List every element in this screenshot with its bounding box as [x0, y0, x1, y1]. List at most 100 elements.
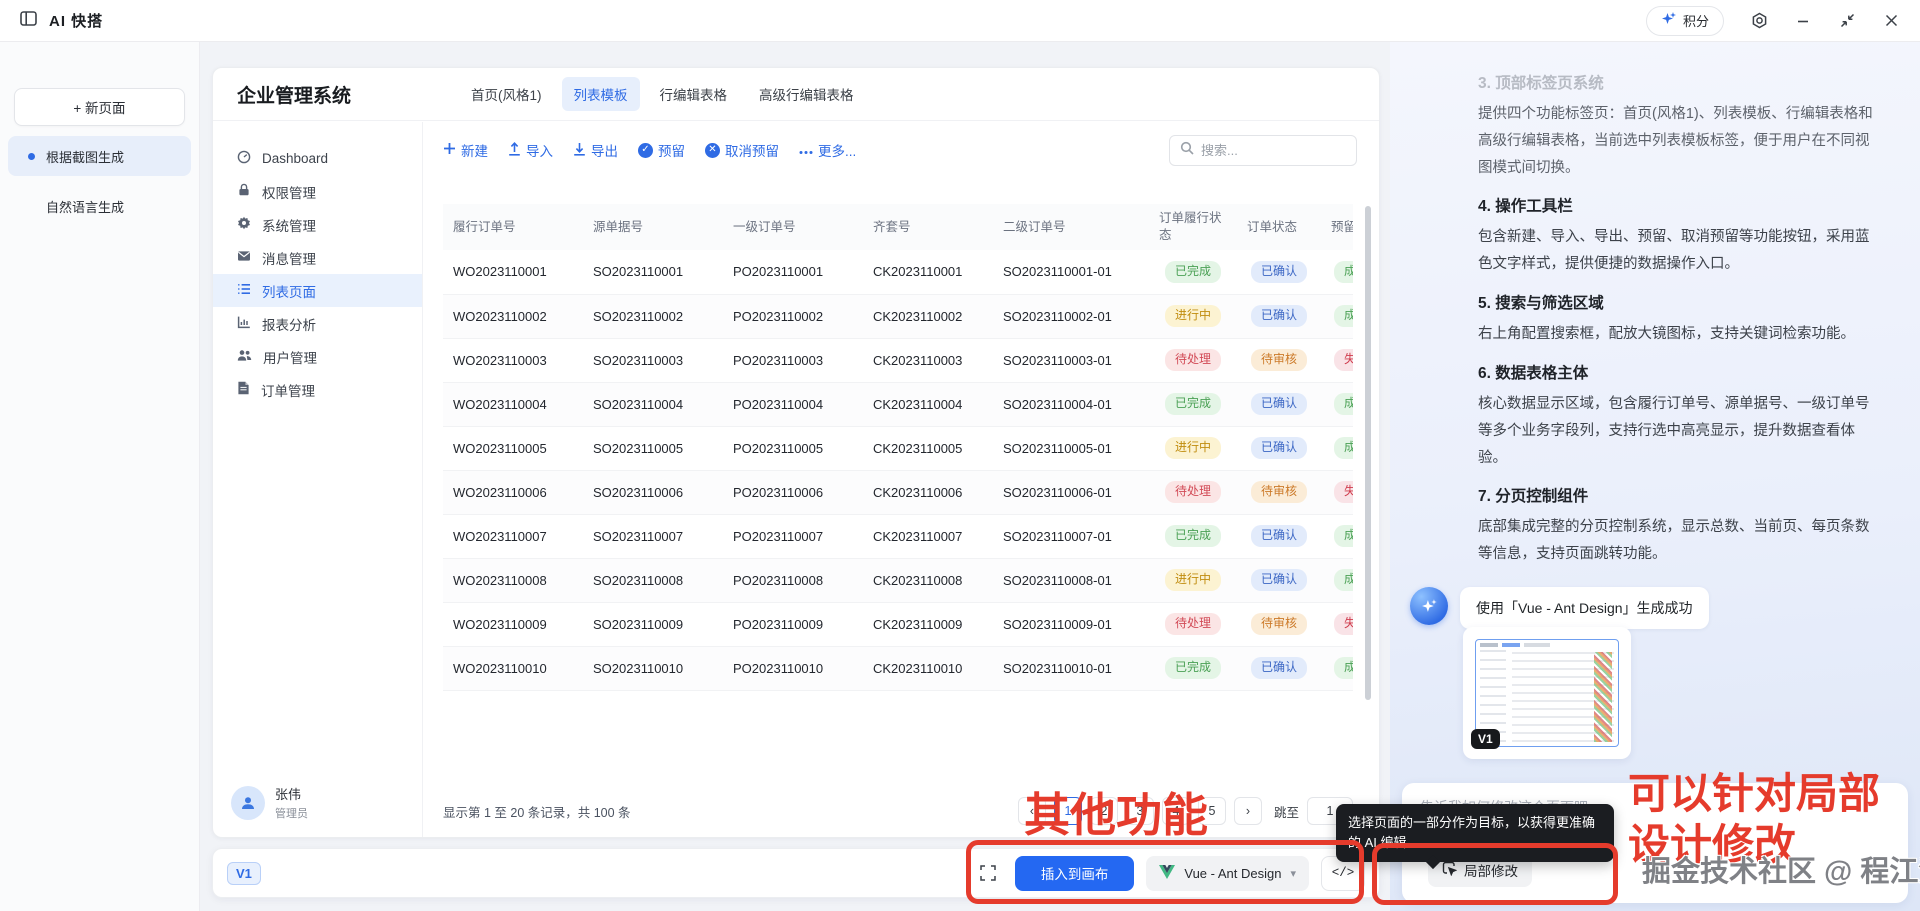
pager-next-button[interactable]: ›	[1234, 797, 1262, 825]
table-cell: CK2023110006	[863, 470, 993, 514]
points-button[interactable]: 积分	[1646, 6, 1724, 36]
table-cell: 失败	[1321, 338, 1353, 382]
insert-to-canvas-button[interactable]: 插入到画布	[1015, 856, 1135, 891]
pager-page-4[interactable]: 4	[1162, 797, 1190, 825]
table-row[interactable]: WO2023110008SO2023110008PO2023110008CK20…	[443, 558, 1353, 602]
table-cell: WO2023110007	[443, 514, 583, 558]
table-row[interactable]: WO2023110005SO2023110005PO2023110005CK20…	[443, 426, 1353, 470]
table-cell: SO2023110007-01	[993, 514, 1149, 558]
local-edit-tooltip: 选择页面的一部分作为目标，以获得更准确的 AI 编辑	[1336, 804, 1614, 862]
table-row[interactable]: WO2023110002SO2023110002PO2023110002CK20…	[443, 294, 1353, 338]
status-badge: 成功	[1334, 569, 1353, 591]
table-cell: 进行中	[1149, 426, 1237, 470]
toolbar-action-取消预留[interactable]: ✕取消预留	[705, 140, 779, 160]
user-chip[interactable]: 张伟 管理员	[231, 784, 308, 821]
tab-列表模板[interactable]: 列表模板	[562, 77, 640, 111]
menu-item-label: 权限管理	[262, 182, 316, 202]
pager-page-2[interactable]: 2	[1090, 797, 1118, 825]
document-icon	[237, 381, 250, 398]
table-cell: 进行中	[1149, 558, 1237, 602]
section-body: 提供四个功能标签页：首页(风格1)、列表模板、行编辑表格和高级行编辑表格，当前选…	[1478, 101, 1880, 181]
sidebar-item-用户管理[interactable]: 用户管理	[213, 340, 422, 373]
ellipsis-icon	[799, 143, 813, 158]
new-page-button[interactable]: + 新页面	[14, 88, 185, 126]
toolbar-action-新建[interactable]: 新建	[443, 140, 488, 160]
tab-行编辑表格[interactable]: 行编辑表格	[648, 77, 740, 111]
column-header-预留结果: 预留结果	[1321, 204, 1353, 250]
sidebar-toggle-icon[interactable]	[20, 11, 37, 31]
settings-gear-icon[interactable]	[1750, 12, 1768, 30]
generated-page-thumbnail-card[interactable]: V1	[1463, 627, 1631, 759]
check-circle-icon: ✓	[638, 143, 653, 158]
table-row[interactable]: WO2023110009SO2023110009PO2023110009CK20…	[443, 602, 1353, 646]
status-badge: 成功	[1334, 261, 1353, 283]
pager-page-5[interactable]: 5	[1198, 797, 1226, 825]
editor-bottom-bar: V1 插入到画布 Vue - Ant Design ▾ </>	[212, 848, 1380, 898]
sidebar-item-订单管理[interactable]: 订单管理	[213, 373, 422, 406]
table-row[interactable]: WO2023110003SO2023110003PO2023110003CK20…	[443, 338, 1353, 382]
menu-item-label: 消息管理	[262, 248, 316, 268]
table-cell: PO2023110006	[723, 470, 863, 514]
table-cell: 成功	[1321, 514, 1353, 558]
toolbar-action-更多...[interactable]: 更多...	[799, 140, 856, 160]
table-cell: SO2023110010	[583, 646, 723, 690]
table-cell: SO2023110002-01	[993, 294, 1149, 338]
sidebar-item-screenshot-generate[interactable]: 根据截图生成	[8, 136, 191, 176]
status-badge: 待审核	[1251, 349, 1307, 371]
table-scrollbar[interactable]	[1365, 206, 1371, 700]
search-input[interactable]	[1201, 143, 1346, 158]
sidebar-item-label: 根据截图生成	[46, 147, 124, 166]
menu-item-label: 系统管理	[262, 215, 316, 235]
column-header-一级订单号: 一级订单号	[723, 204, 863, 250]
status-badge: 已完成	[1165, 261, 1221, 283]
tab-首页(风格1)[interactable]: 首页(风格1)	[459, 77, 554, 111]
status-badge: 进行中	[1165, 305, 1221, 327]
download-icon	[573, 142, 586, 159]
table-row[interactable]: WO2023110001SO2023110001PO2023110001CK20…	[443, 250, 1353, 294]
table-row[interactable]: WO2023110007SO2023110007PO2023110007CK20…	[443, 514, 1353, 558]
toolbar-action-导出[interactable]: 导出	[573, 140, 618, 160]
table-cell: PO2023110001	[723, 250, 863, 294]
table-cell: SO2023110009-01	[993, 602, 1149, 646]
column-header-源单据号: 源单据号	[583, 204, 723, 250]
status-badge: 已完成	[1165, 657, 1221, 679]
pagination-summary: 显示第 1 至 20 条记录，共 100 条	[443, 802, 631, 821]
restore-icon[interactable]	[1838, 12, 1856, 30]
minimize-icon[interactable]	[1794, 12, 1812, 30]
pager-prev-button[interactable]: ‹	[1018, 797, 1046, 825]
table-cell: 已确认	[1237, 514, 1321, 558]
toolbar-action-预留[interactable]: ✓预留	[638, 140, 685, 160]
sidebar-item-natural-language-generate[interactable]: 自然语言生成	[8, 186, 191, 226]
pager-jump-label: 跳至	[1274, 802, 1299, 821]
sidebar-item-Dashboard[interactable]: Dashboard	[213, 142, 422, 175]
sidebar-item-系统管理[interactable]: 系统管理	[213, 208, 422, 241]
status-badge: 成功	[1334, 657, 1353, 679]
sidebar-item-消息管理[interactable]: 消息管理	[213, 241, 422, 274]
pager-page-1[interactable]: 1	[1054, 797, 1082, 825]
pager-page-3[interactable]: 3	[1126, 797, 1154, 825]
thumbnail-version-badge: V1	[1471, 729, 1500, 749]
table-row[interactable]: WO2023110004SO2023110004PO2023110004CK20…	[443, 382, 1353, 426]
points-label: 积分	[1683, 11, 1709, 30]
table-cell: WO2023110010	[443, 646, 583, 690]
sparkle-icon	[1661, 11, 1677, 30]
watermark: 掘金技术社区 @ 程江涛	[1642, 848, 1920, 890]
table-cell: 失败	[1321, 602, 1353, 646]
table-cell: 成功	[1321, 646, 1353, 690]
generated-page-sidebar: Dashboard 权限管理系统管理消息管理列表页面报表分析用户管理订单管理 张伟…	[213, 122, 423, 837]
table-row[interactable]: WO2023110010SO2023110010PO2023110010CK20…	[443, 646, 1353, 690]
table-row[interactable]: WO2023110006SO2023110006PO2023110006CK20…	[443, 470, 1353, 514]
menu-item-label: Dashboard	[262, 151, 328, 166]
pager: ‹ 12345 › 跳至	[1018, 797, 1353, 825]
dashboard-icon	[237, 150, 251, 167]
close-icon[interactable]	[1882, 12, 1900, 30]
table-cell: PO2023110005	[723, 426, 863, 470]
toolbar-action-导入[interactable]: 导入	[508, 140, 553, 160]
fullscreen-expand-icon[interactable]	[973, 858, 1003, 888]
sidebar-item-权限管理[interactable]: 权限管理	[213, 175, 422, 208]
table-cell: PO2023110008	[723, 558, 863, 602]
tab-高级行编辑表格[interactable]: 高级行编辑表格	[747, 77, 866, 111]
sidebar-item-列表页面[interactable]: 列表页面	[213, 274, 422, 307]
sidebar-item-报表分析[interactable]: 报表分析	[213, 307, 422, 340]
framework-select[interactable]: Vue - Ant Design ▾	[1146, 856, 1309, 891]
